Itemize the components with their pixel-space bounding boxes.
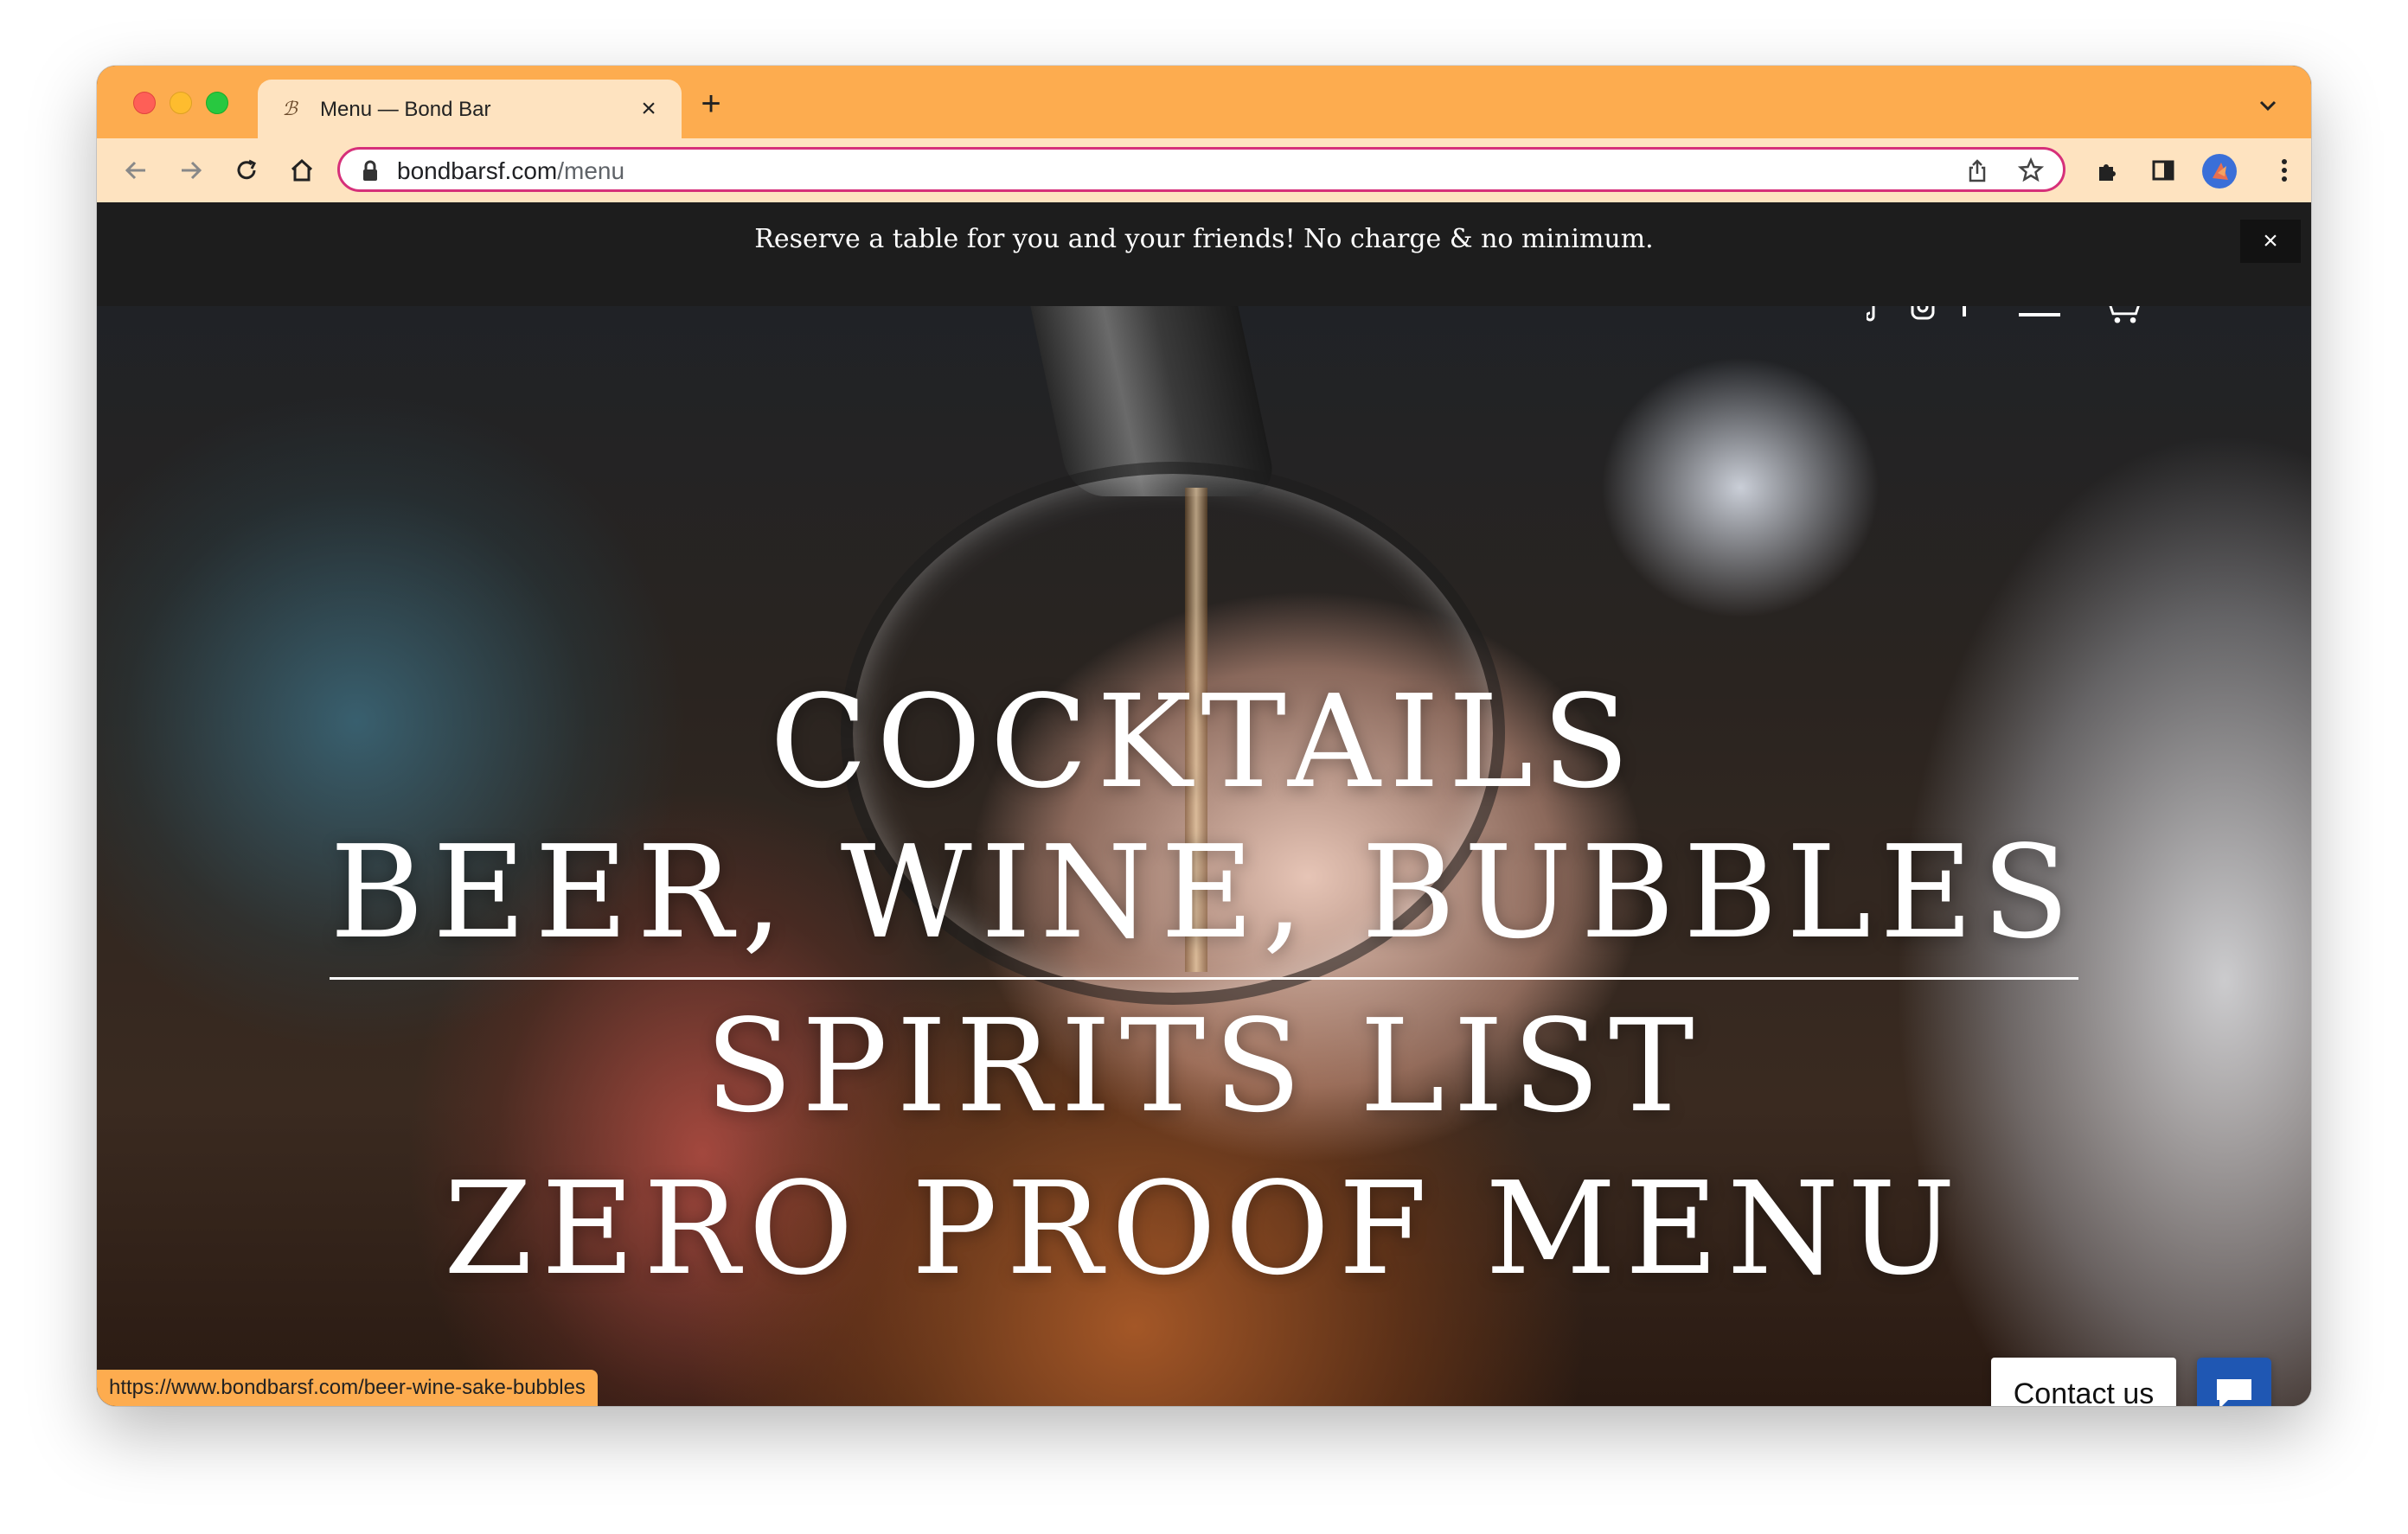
menu-links: COCKTAILS BEER, WINE, BUBBLES SPIRITS LI… (97, 661, 2311, 1310)
profile-avatar[interactable] (2202, 154, 2237, 189)
chat-widget-button[interactable] (2197, 1358, 2271, 1406)
tab-menu-bond-bar[interactable]: ℬ Menu — Bond Bar × (258, 80, 682, 138)
reload-button[interactable] (225, 149, 268, 192)
browser-toolbar: bondbarsf.com/menu (97, 138, 2311, 203)
share-icon[interactable] (1964, 157, 1990, 183)
status-bar-url: https://www.bondbarsf.com/beer-wine-sake… (97, 1370, 598, 1406)
page-content: Reserve a table for you and your friends… (97, 202, 2311, 1406)
address-bar[interactable]: bondbarsf.com/menu (337, 147, 2065, 192)
tab-search-chevron-icon[interactable] (2251, 88, 2285, 123)
bookmark-star-icon[interactable] (2018, 157, 2044, 183)
back-button[interactable] (114, 149, 157, 192)
new-tab-button[interactable]: + (694, 86, 728, 123)
reload-icon (237, 159, 257, 180)
browser-menu-button[interactable] (2263, 149, 2306, 192)
close-window-button[interactable] (133, 92, 156, 114)
announcement-close-button[interactable]: × (2240, 220, 2301, 263)
url-host: bondbarsf.com (397, 157, 558, 184)
minimize-window-button[interactable] (170, 92, 192, 114)
url-text: bondbarsf.com/menu (397, 158, 624, 184)
lock-icon (363, 160, 377, 181)
profile-avatar-icon (2213, 163, 2228, 180)
contact-us-button[interactable]: Contact us (1991, 1358, 2176, 1406)
menu-link-beer-wine-bubbles[interactable]: BEER, WINE, BUBBLES (330, 823, 2078, 980)
announcement-bar: Reserve a table for you and your friends… (97, 202, 2311, 306)
kebab-menu-icon (2282, 159, 2287, 182)
url-path: /menu (557, 157, 625, 184)
puzzle-icon (2099, 164, 2116, 181)
browser-window: ℬ Menu — Bond Bar × + bondbarsf.com/menu (97, 66, 2311, 1406)
bond-bar-logo-icon: ℬ (282, 99, 298, 120)
announcement-text[interactable]: Reserve a table for you and your friends… (97, 202, 2311, 277)
home-icon (291, 158, 313, 182)
chat-bubble-icon (2217, 1379, 2251, 1406)
tab-close-icon[interactable]: × (631, 92, 666, 126)
menu-link-zero-proof-menu[interactable]: ZERO PROOF MENU (97, 1147, 2311, 1310)
side-panel-icon (2152, 160, 2174, 181)
forward-arrow-icon (182, 161, 202, 180)
back-arrow-icon (125, 161, 145, 180)
zoom-window-button[interactable] (206, 92, 228, 114)
side-panel-button[interactable] (2142, 149, 2185, 192)
menu-link-spirits-list[interactable]: SPIRITS LIST (97, 985, 2311, 1147)
forward-button[interactable] (170, 149, 213, 192)
extensions-button[interactable] (2086, 149, 2129, 192)
home-button[interactable] (280, 149, 323, 192)
tab-title: Menu — Bond Bar (320, 98, 491, 121)
menu-link-cocktails[interactable]: COCKTAILS (97, 661, 2311, 823)
tab-strip: ℬ Menu — Bond Bar × + (97, 66, 2311, 138)
